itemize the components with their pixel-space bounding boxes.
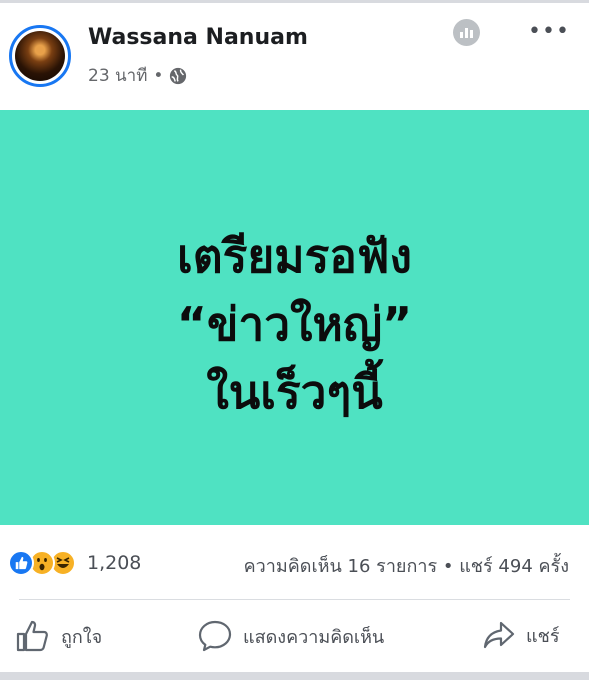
share-button[interactable]: แชร์ bbox=[482, 619, 560, 651]
post-text-line2: “ข่าวใหญ่” bbox=[176, 296, 413, 351]
like-reaction-icon bbox=[8, 550, 34, 576]
share-icon bbox=[483, 621, 515, 649]
like-label: ถูกใจ bbox=[61, 626, 103, 648]
stats-icon[interactable] bbox=[453, 19, 480, 46]
post-meta: 23 นาที • bbox=[88, 62, 187, 89]
like-icon bbox=[16, 620, 48, 652]
post-text-line1: เตรียมรอฟัง bbox=[177, 228, 412, 283]
share-label: แชร์ bbox=[526, 625, 560, 647]
more-icon[interactable]: ••• bbox=[528, 21, 570, 43]
post-image[interactable]: เตรียมรอฟัง “ข่าวใหญ่” ในเร็วๆนี้ bbox=[0, 110, 589, 525]
avatar-image bbox=[15, 31, 65, 81]
reactions-summary[interactable]: 1,208 bbox=[8, 550, 141, 576]
reaction-count[interactable]: 1,208 bbox=[87, 552, 141, 574]
comment-label: แสดงความคิดเห็น bbox=[243, 626, 385, 648]
top-divider bbox=[0, 0, 589, 3]
post-time[interactable]: 23 นาที bbox=[88, 62, 147, 89]
comment-button[interactable]: แสดงความคิดเห็น bbox=[197, 619, 384, 653]
avatar[interactable] bbox=[9, 25, 71, 87]
like-button[interactable]: ถูกใจ bbox=[15, 619, 102, 653]
comment-icon bbox=[198, 620, 232, 652]
author-name[interactable]: Wassana Nanuam bbox=[88, 25, 308, 50]
bottom-divider bbox=[0, 672, 589, 680]
post-text-line3: ในเร็วๆนี้ bbox=[206, 364, 383, 419]
post-image-text: เตรียมรอฟัง “ข่าวใหญ่” ในเร็วๆนี้ bbox=[177, 222, 413, 426]
comments-shares-summary[interactable]: ความคิดเห็น 16 รายการ • แชร์ 494 ครั้ง bbox=[244, 551, 569, 580]
divider bbox=[19, 599, 570, 600]
meta-separator: • bbox=[153, 65, 164, 86]
globe-icon bbox=[170, 67, 187, 84]
